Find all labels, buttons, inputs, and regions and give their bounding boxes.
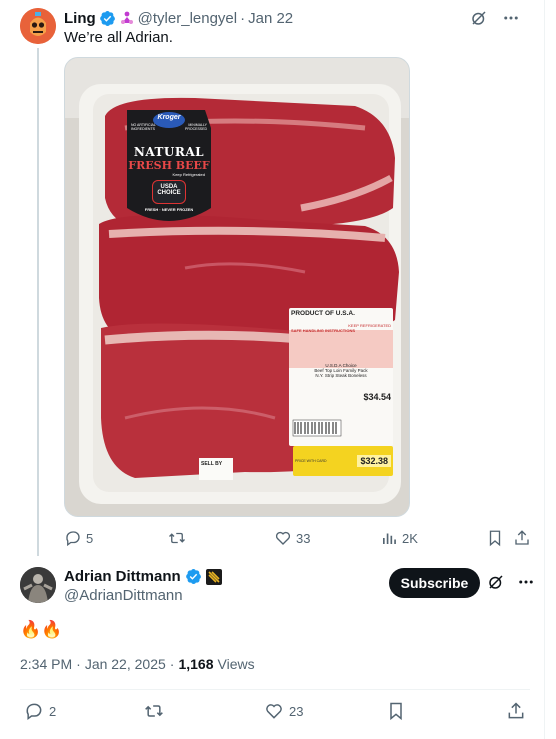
yellow-small: PRICE WITH CARD	[295, 459, 327, 463]
share-icon[interactable]	[506, 701, 526, 721]
sticker-price: $34.54	[363, 392, 391, 402]
share-icon[interactable]	[513, 529, 531, 547]
views-count: 2K	[402, 530, 418, 546]
label-choice: CHOICE	[157, 190, 181, 196]
author-name[interactable]: Adrian Dittmann	[64, 568, 181, 585]
like-count: 33	[296, 530, 311, 546]
tweet-top-actions	[470, 8, 520, 28]
label-right-note: MINIMALLY PROCESSED	[185, 123, 207, 131]
like-button[interactable]: 33	[274, 529, 310, 547]
timeline-column: Ling @tyler_lengyel · Jan 22 We’re all A…	[0, 0, 545, 739]
grok-icon[interactable]	[487, 573, 505, 591]
views-button[interactable]: 2K	[380, 529, 418, 547]
more-options-icon[interactable]	[502, 9, 520, 27]
bookmark-icon[interactable]	[386, 701, 406, 721]
repost-icon	[145, 705, 163, 717]
reply-count: 5	[86, 530, 94, 546]
bookmark-icon[interactable]	[486, 529, 504, 547]
label-left-note: NO ARTIFICIAL INGREDIENTS	[131, 123, 156, 131]
author-name[interactable]: Ling	[64, 10, 96, 27]
sticker-origin: PRODUCT OF U.S.A.	[291, 310, 355, 317]
views-count: 1,168	[178, 656, 214, 672]
grok-icon[interactable]	[470, 9, 488, 27]
tweet-header: Ling @tyler_lengyel · Jan 22	[64, 8, 293, 28]
views-label: Views	[217, 656, 255, 672]
affiliate-logo-icon	[205, 568, 222, 585]
reply-count: 2	[49, 703, 57, 719]
label-line1: NATURAL	[133, 145, 205, 159]
repost-button[interactable]	[168, 529, 190, 547]
repost-icon	[169, 532, 185, 544]
reply-button[interactable]: 2	[24, 701, 56, 721]
avatar[interactable]	[20, 567, 56, 603]
tweet-meta: 2:34 PM · Jan 22, 2025 · 1,168 Views	[20, 656, 255, 672]
sell-by: SELL BY	[201, 461, 223, 467]
heart-icon	[266, 704, 282, 719]
verified-badge-icon	[185, 569, 201, 584]
more-options-icon[interactable]	[517, 573, 535, 591]
separator: ·	[169, 656, 175, 672]
like-button[interactable]: 23	[264, 701, 303, 721]
tweet-text: 🔥🔥	[20, 620, 63, 639]
reply-icon	[66, 531, 80, 547]
separator: ·	[76, 656, 81, 672]
heart-icon	[275, 531, 291, 545]
thread-line	[37, 48, 39, 556]
verified-badge-icon	[99, 10, 115, 26]
reply-button[interactable]: 5	[64, 529, 93, 547]
author-handle[interactable]: @tyler_lengyel	[138, 10, 237, 27]
tweet-actions: 5 33 2K	[64, 529, 534, 547]
tweet-date[interactable]: Jan 22	[248, 10, 293, 27]
yellow-price: $32.38	[357, 455, 391, 467]
separator: ·	[240, 9, 246, 27]
divider	[20, 689, 530, 690]
affiliate-badge-icon	[120, 11, 133, 24]
repost-button[interactable]	[144, 701, 169, 721]
sticker-desc2: N.Y. Strip Steak Boneless	[315, 373, 367, 378]
label-brand: Kroger	[157, 114, 181, 121]
tweet-actions: 2 23	[20, 701, 530, 723]
label-line2: FRESH BEEF	[128, 159, 210, 172]
reply-icon	[26, 703, 42, 720]
author-handle[interactable]: @AdrianDittmann	[64, 587, 183, 604]
sticker-safe: SAFE HANDLING INSTRUCTIONS	[291, 328, 355, 333]
tweet-time[interactable]: 2:34 PM	[20, 656, 72, 672]
like-count: 23	[289, 703, 304, 719]
label-ring: FRESH · NEVER FROZEN	[144, 207, 194, 212]
views-icon	[383, 533, 396, 544]
tweet-header: Adrian Dittmann	[64, 568, 222, 585]
tweet-photo[interactable]: Kroger NO ARTIFICIAL INGREDIENTS MINIMAL…	[64, 57, 410, 517]
tweet-date[interactable]: Jan 22, 2025	[85, 656, 166, 672]
subscribe-button[interactable]: Subscribe	[389, 568, 480, 598]
avatar[interactable]	[20, 8, 56, 44]
tweet-text: We’re all Adrian.	[64, 29, 173, 46]
label-keep: Keep Refrigerated	[172, 172, 205, 177]
tweet-top-actions	[487, 573, 535, 591]
